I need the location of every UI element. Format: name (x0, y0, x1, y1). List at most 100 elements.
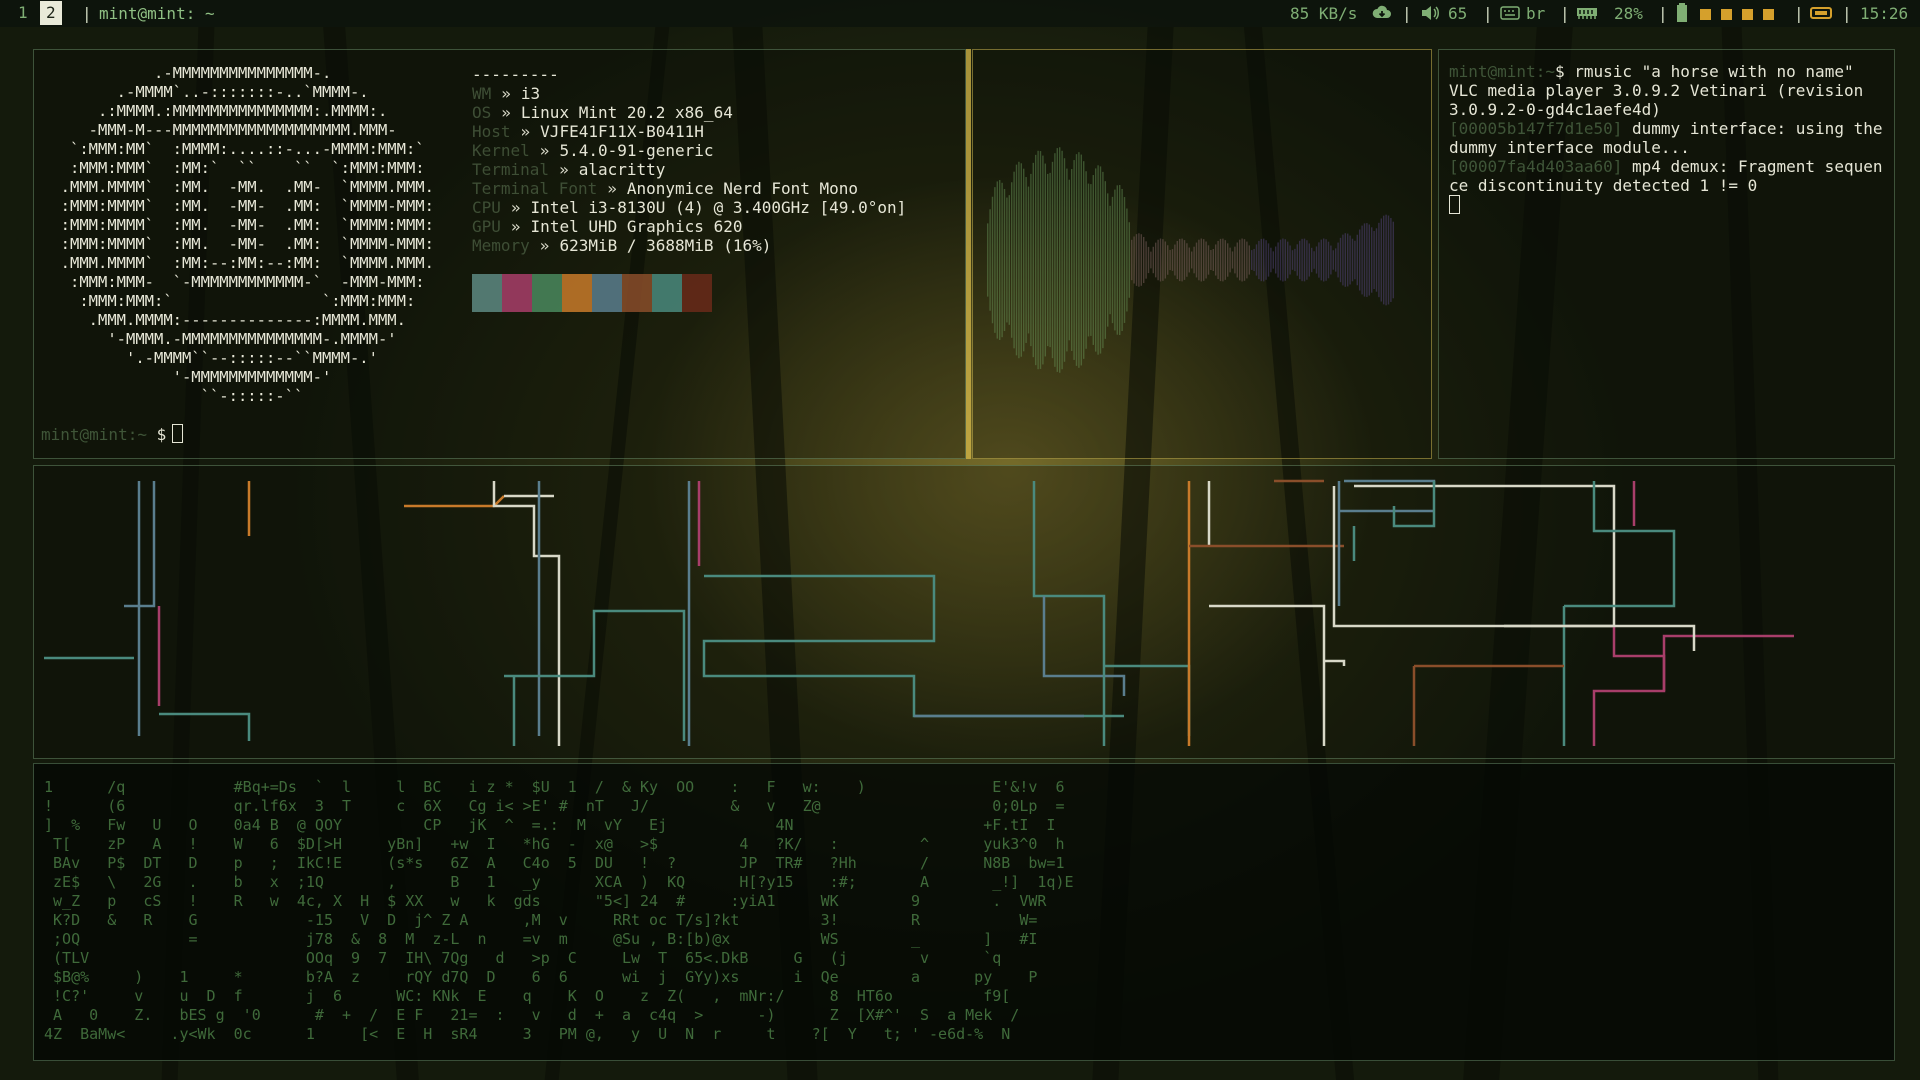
info-arrow: » (559, 160, 569, 179)
waveform-bar (1351, 238, 1354, 282)
waveform-bar (1234, 246, 1236, 274)
waveform-bar (1097, 165, 1099, 355)
info-key: Terminal Font (472, 179, 598, 198)
waveform-bar (1359, 229, 1361, 291)
text-cursor (1449, 195, 1460, 214)
waveform-bar (1087, 183, 1090, 337)
waveform-bar (1306, 240, 1308, 280)
waveform-bar (1375, 228, 1378, 292)
waveform-bar (1049, 172, 1051, 348)
info-arrow: » (501, 103, 511, 122)
info-key: Terminal (472, 160, 550, 179)
waveform-bar (1330, 245, 1332, 275)
waveform-bar (1119, 184, 1121, 336)
prompt-path: :~ (127, 425, 147, 444)
waveform-bar (1109, 205, 1111, 315)
waveform-bar (989, 209, 991, 311)
waveform-bar (1303, 238, 1306, 282)
waveform-bar (1236, 242, 1238, 278)
waveform-bar (1155, 242, 1157, 278)
waveform-bar (1335, 248, 1337, 272)
waveform-bar (1327, 241, 1330, 279)
waveform-bar (1354, 240, 1356, 280)
waveform-bar (1224, 240, 1226, 280)
ethernet-icon (1810, 0, 1832, 27)
info-value: i3 (520, 84, 541, 103)
waveform-bar (1059, 147, 1061, 373)
waveform-bar (1015, 164, 1018, 356)
log-address: [00007fa4d403aa60] (1449, 157, 1623, 176)
info-value: alacritty (578, 160, 666, 179)
waveform-bar (1131, 239, 1133, 281)
waveform-bar (994, 187, 996, 333)
info-value: 623MiB / 3688MiB (16%) (559, 236, 772, 255)
battery-icon (1676, 0, 1688, 27)
waveform-bar (1138, 233, 1140, 287)
color-swatch (502, 274, 532, 312)
waveform-bar (1188, 247, 1190, 273)
vlc-version-line: VLC media player 3.0.9.2 Vetinari (revis… (1449, 81, 1873, 119)
waveform-bar (1349, 235, 1351, 285)
pipes-screensaver-terminal[interactable] (33, 465, 1895, 759)
waveform-bar (1102, 171, 1104, 349)
matrix-row: 1 /q #Bq+=Ds ` l l BC i z * $U 1 / & Ky … (44, 778, 1064, 796)
waveform-bar (1111, 196, 1114, 324)
neofetch-terminal[interactable]: .-MMMMMMMMMMMMMMM-. .-MMMM`..-:::::::-..… (33, 49, 966, 459)
waveform-bar (1339, 237, 1342, 283)
waveform-bar (1035, 154, 1037, 366)
info-value: Linux Mint 20.2 x86_64 (520, 103, 733, 122)
waveform-bar (1299, 240, 1301, 280)
matrix-row: ;OQ = j78 & 8 M z-L n =v m @Su , B:[b)@x… (44, 930, 1037, 948)
waveform-bar (1164, 241, 1166, 279)
waveform-bar (1092, 175, 1094, 345)
waveform-bar (1203, 239, 1205, 281)
waveform-bar (1044, 163, 1046, 357)
memory-icon (1576, 0, 1598, 27)
matrix-row: ! (6 qr.lf6x 3 T c 6X Cg i< >E' # nT J/ … (44, 797, 1064, 815)
info-arrow: » (501, 84, 511, 103)
waveform-bar (1121, 188, 1123, 332)
info-value: Intel i3-8130U (4) @ 3.400GHz [49.0°on] (530, 198, 907, 217)
color-swatch (532, 274, 562, 312)
waveform-bar (1258, 240, 1260, 280)
cmatrix-terminal[interactable]: 1 /q #Bq+=Ds ` l l BC i z * $U 1 / & Ky … (33, 763, 1895, 1061)
waveform-bar (1229, 247, 1231, 273)
info-row-gpu: GPU » Intel UHD Graphics 620 (472, 217, 742, 236)
speaker-icon[interactable] (1420, 0, 1440, 27)
waveform-bar (1078, 152, 1080, 368)
shell-prompt[interactable]: mint@mint:~ $ (41, 424, 184, 444)
command-text: $ rmusic "a horse with no name" (1554, 62, 1854, 81)
vlc-output: mint@mint:~$ rmusic "a horse with no nam… (1449, 62, 1889, 215)
audio-visualizer-terminal[interactable] (972, 49, 1432, 459)
pane-divider[interactable] (966, 49, 971, 459)
waveform-bar (1195, 242, 1198, 278)
waveform-bar (1063, 158, 1066, 362)
waveform-bar (1363, 223, 1366, 297)
waveform-bar (1318, 242, 1320, 278)
waveform-bar (1169, 249, 1171, 271)
waveform-bar (1241, 238, 1243, 282)
keyboard-layout[interactable]: br (1526, 0, 1545, 27)
vlc-terminal[interactable]: mint@mint:~$ rmusic "a horse with no nam… (1438, 49, 1895, 459)
info-value: Anonymice Nerd Font Mono (626, 179, 859, 198)
waveform-bar (1003, 189, 1006, 331)
waveform-bar (1181, 238, 1183, 282)
waveform-bar (1205, 241, 1207, 279)
waveform-bar (1083, 161, 1085, 359)
waveform-bar (1193, 246, 1195, 274)
workspace-1-button[interactable]: 1 (12, 1, 34, 25)
waveform-bar (1263, 238, 1265, 282)
waveform-bar (1210, 250, 1212, 270)
matrix-row: !C?' v u D f j 6 WC: KNk E q K O z Z( , … (44, 987, 1010, 1005)
waveform-bar (1171, 249, 1174, 271)
waveform-bar (1270, 247, 1272, 273)
volume-level[interactable]: 65 (1448, 0, 1467, 27)
workspace-2-button[interactable]: 2 (40, 1, 62, 25)
clock: 15:26 (1860, 4, 1909, 23)
waveform-bar (1342, 234, 1344, 286)
waveform-bar (1075, 154, 1078, 366)
waveform-bar (1385, 214, 1387, 306)
waveform-bar (1378, 222, 1380, 298)
info-key: OS (472, 103, 492, 122)
waveform-bar (1123, 197, 1126, 323)
